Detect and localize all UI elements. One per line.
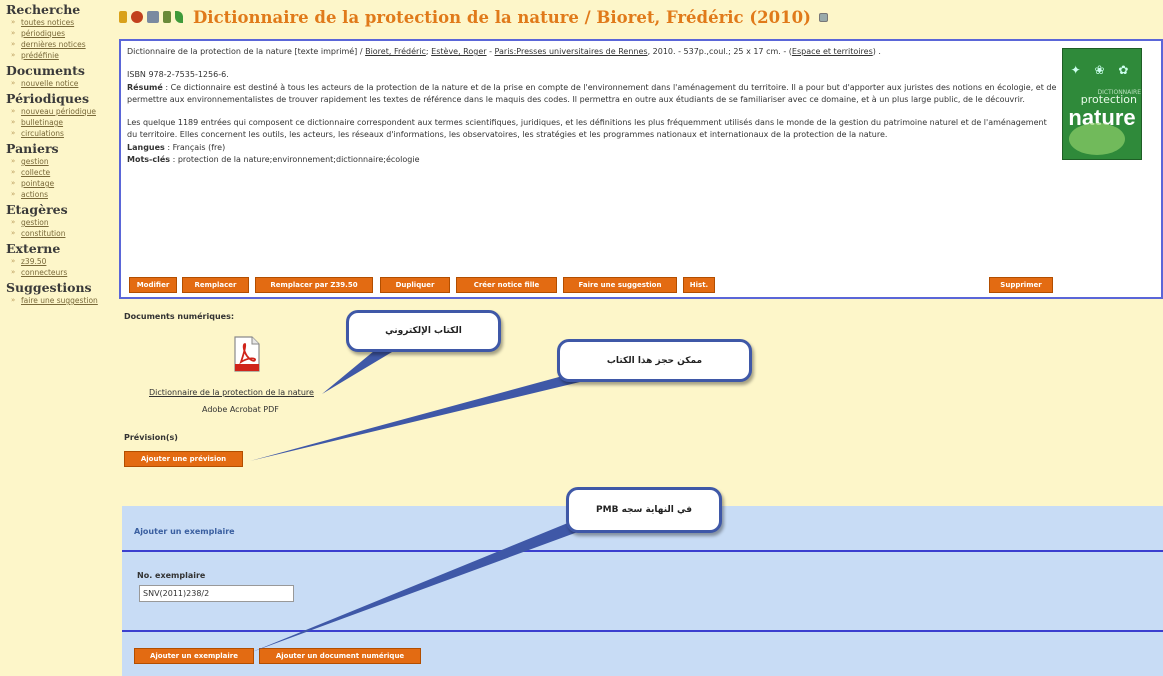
notice-action-bar: Modifier Remplacer Remplacer par Z39.50 … <box>129 277 1159 293</box>
sidebar-link[interactable]: périodiques <box>6 28 116 39</box>
book-cover-image: ✦ ❀ ✿ DICTIONNAIRE protection nature <box>1062 48 1142 160</box>
add-copy-title: Ajouter un exemplaire <box>134 527 235 536</box>
publisher-link[interactable]: Paris:Presses universitaires de Rennes <box>495 47 648 56</box>
add-forecast-button[interactable]: Ajouter une prévision <box>124 451 243 467</box>
sidebar: Recherchetoutes noticespériodiquesderniè… <box>0 0 116 676</box>
notice-record: Dictionnaire de la protection de la natu… <box>119 39 1163 299</box>
divider <box>122 630 1163 632</box>
forecast-label: Prévision(s) <box>124 433 178 442</box>
sidebar-section-title: Etagères <box>6 202 68 217</box>
add-copy-button[interactable]: Ajouter un exemplaire <box>134 648 254 664</box>
keywords-value: : protection de la nature;environnement;… <box>170 155 420 165</box>
sidebar-link[interactable]: circulations <box>6 128 116 139</box>
pdf-type-label: Adobe Acrobat PDF <box>202 405 279 414</box>
sidebar-link[interactable]: faire une suggestion <box>6 295 116 306</box>
basket-icon[interactable] <box>163 11 171 23</box>
turtle-icon <box>1069 123 1125 155</box>
replace-z3950-button[interactable]: Remplacer par Z39.50 <box>255 277 373 293</box>
isbn-text: ISBN 978-2-7535-1256-6. <box>127 70 229 80</box>
create-child-button[interactable]: Créer notice fille <box>456 277 557 293</box>
pdf-file-icon[interactable] <box>233 336 261 372</box>
sidebar-section-title: Documents <box>6 63 85 78</box>
languages-value: : Français (fre) <box>164 142 226 152</box>
pdf-document-link[interactable]: Dictionnaire de la protection de la natu… <box>149 388 314 397</box>
cover-plant-icons: ✦ ❀ ✿ <box>1070 63 1134 77</box>
suggestion-button[interactable]: Faire une suggestion <box>563 277 677 293</box>
notice-type-icon <box>119 11 127 23</box>
sidebar-link[interactable]: toutes notices <box>6 17 116 28</box>
expand-icon[interactable] <box>818 12 828 22</box>
notice-text: Dictionnaire de la protection de la natu… <box>127 47 1057 165</box>
sidebar-link[interactable]: actions <box>6 189 116 200</box>
callout-ebook: الكتاب الإلكتروني <box>346 310 501 352</box>
sidebar-section-title: Paniers <box>6 141 59 156</box>
author-link[interactable]: Estève, Roger <box>431 47 486 56</box>
modify-button[interactable]: Modifier <box>129 277 177 293</box>
notice-title-line: Dictionnaire de la protection de la natu… <box>127 47 366 56</box>
languages-label: Langues <box>127 142 165 152</box>
duplicate-button[interactable]: Dupliquer <box>380 277 450 293</box>
sidebar-link[interactable]: bulletinage <box>6 117 116 128</box>
series-end-text: ) . <box>872 47 881 56</box>
callout-arrow-ebook <box>322 346 392 394</box>
leaf-icon[interactable] <box>175 11 183 23</box>
summary-paragraph-2: Les quelque 1189 entrées qui composent c… <box>127 118 1047 140</box>
collation-text: , 2010. - 537p.,coul.; 25 x 17 cm. - ( <box>647 47 792 56</box>
digital-docs-label: Documents numériques: <box>124 312 235 321</box>
sidebar-link[interactable]: gestion <box>6 156 116 167</box>
divider <box>122 550 1163 552</box>
sidebar-link[interactable]: prédéfinie <box>6 50 116 61</box>
print-icon[interactable] <box>147 11 159 23</box>
copy-number-input[interactable] <box>139 585 294 602</box>
sidebar-link[interactable]: collecte <box>6 167 116 178</box>
sidebar-link[interactable]: dernières notices <box>6 39 116 50</box>
globe-icon[interactable] <box>131 11 143 23</box>
sidebar-link[interactable]: z39.50 <box>6 256 116 267</box>
title-bar: Dictionnaire de la protection de la natu… <box>119 6 828 28</box>
summary-text: : Ce dictionnaire est destiné à tous les… <box>127 82 1057 104</box>
sidebar-section-title: Recherche <box>6 2 81 17</box>
summary-label: Résumé <box>127 82 163 92</box>
add-digital-doc-button[interactable]: Ajouter un document numérique <box>259 648 421 664</box>
sidebar-link[interactable]: pointage <box>6 178 116 189</box>
sidebar-link[interactable]: nouvelle notice <box>6 78 116 89</box>
callout-end: في النهاية سجه PMB <box>566 487 722 533</box>
copy-number-label: No. exemplaire <box>137 571 206 580</box>
keywords-label: Mots-clés <box>127 155 171 165</box>
sidebar-section-title: Externe <box>6 241 61 256</box>
sidebar-link[interactable]: nouveau périodique <box>6 106 116 117</box>
replace-button[interactable]: Remplacer <box>182 277 249 293</box>
delete-button[interactable]: Supprimer <box>989 277 1053 293</box>
sidebar-link[interactable]: gestion <box>6 217 116 228</box>
page-title: Dictionnaire de la protection de la natu… <box>193 7 811 27</box>
callout-reserve: ممكن حجز هذا الكتاب <box>557 339 752 382</box>
sidebar-section-title: Suggestions <box>6 280 92 295</box>
sidebar-section-title: Périodiques <box>6 91 89 106</box>
history-button[interactable]: Hist. <box>683 277 715 293</box>
series-link[interactable]: Espace et territoires <box>792 47 873 56</box>
sidebar-link[interactable]: connecteurs <box>6 267 116 278</box>
author-link[interactable]: Bioret, Frédéric <box>365 47 426 56</box>
sidebar-link[interactable]: constitution <box>6 228 116 239</box>
